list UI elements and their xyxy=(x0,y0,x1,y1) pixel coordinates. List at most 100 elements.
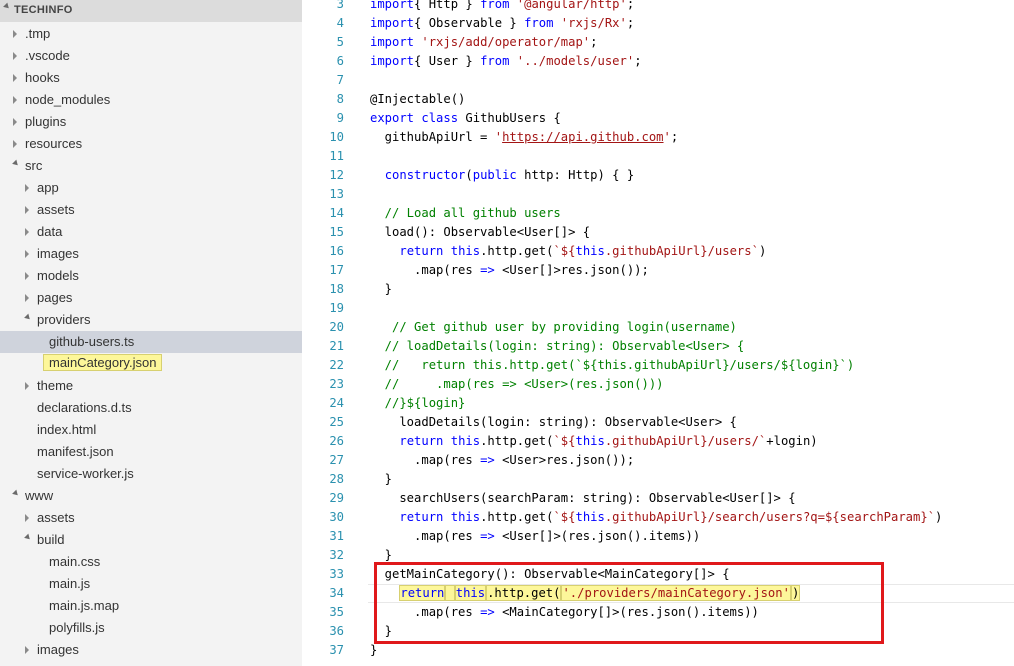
chevron-down-icon[interactable] xyxy=(24,313,32,322)
chevron-right-icon[interactable] xyxy=(13,118,17,126)
line-number: 17 xyxy=(329,263,344,277)
tree-item[interactable]: assets xyxy=(0,507,302,529)
code-line[interactable]: 31 .map(res => <User[]>(res.json().items… xyxy=(302,527,1014,546)
tree-item[interactable]: main.js xyxy=(0,573,302,595)
code-line[interactable]: 25 loadDetails(login: string): Observabl… xyxy=(302,413,1014,432)
code-line[interactable]: 28 } xyxy=(302,470,1014,489)
code-line[interactable]: 13 xyxy=(302,185,1014,204)
code-line[interactable]: 29 searchUsers(searchParam: string): Obs… xyxy=(302,489,1014,508)
chevron-right-icon[interactable] xyxy=(25,250,29,258)
tree-item[interactable]: node_modules xyxy=(0,89,302,111)
code-line[interactable]: 8 @Injectable() xyxy=(302,90,1014,109)
chevron-down-icon xyxy=(3,2,11,11)
code-line[interactable]: 21 // loadDetails(login: string): Observ… xyxy=(302,337,1014,356)
chevron-right-icon[interactable] xyxy=(25,382,29,390)
chevron-right-icon[interactable] xyxy=(25,646,29,654)
tree-item[interactable]: images xyxy=(0,639,302,661)
line-number: 24 xyxy=(329,396,344,410)
code-line[interactable]: 11 xyxy=(302,147,1014,166)
tree-item[interactable]: main.css xyxy=(0,551,302,573)
code-token: // loadDetails(login: string): Observabl… xyxy=(370,339,745,353)
tree-item[interactable]: www xyxy=(0,485,302,507)
code-line[interactable]: 7 xyxy=(302,71,1014,90)
code-token: .githubApiUrl}/users` xyxy=(604,244,759,258)
tree-item[interactable]: theme xyxy=(0,375,302,397)
chevron-down-icon[interactable] xyxy=(12,159,20,168)
code-token: '../models/user' xyxy=(509,54,635,68)
code-line[interactable]: 12 constructor(public http: Http) { } xyxy=(302,166,1014,185)
tree-item[interactable]: manifest.json xyxy=(0,441,302,463)
chevron-right-icon[interactable] xyxy=(25,514,29,522)
tree-item[interactable]: github-users.ts xyxy=(0,331,302,353)
code-line[interactable]: 20 // Get github user by providing login… xyxy=(302,318,1014,337)
chevron-right-icon[interactable] xyxy=(25,228,29,236)
tree-item[interactable]: index.html xyxy=(0,419,302,441)
tree-item[interactable]: images xyxy=(0,243,302,265)
code-line[interactable]: 5 import 'rxjs/add/operator/map'; xyxy=(302,33,1014,52)
code-line[interactable]: 30 return this.http.get(`${this.githubAp… xyxy=(302,508,1014,527)
tree-item[interactable]: src xyxy=(0,155,302,177)
code-line[interactable]: 19 xyxy=(302,299,1014,318)
code-line[interactable]: 26 return this.http.get(`${this.githubAp… xyxy=(302,432,1014,451)
tree-item[interactable]: assets xyxy=(0,199,302,221)
code-line[interactable]: 16 return this.http.get(`${this.githubAp… xyxy=(302,242,1014,261)
chevron-down-icon[interactable] xyxy=(24,533,32,542)
tree-item[interactable]: build xyxy=(0,529,302,551)
tree-item[interactable]: app xyxy=(0,177,302,199)
tree-item[interactable]: main.js.map xyxy=(0,595,302,617)
code-token: // Load all github users xyxy=(370,206,561,220)
line-number: 30 xyxy=(329,510,344,524)
tree-item[interactable]: mainCategory.json xyxy=(0,353,302,375)
line-source: } xyxy=(370,280,392,299)
chevron-right-icon[interactable] xyxy=(25,184,29,192)
tree-item[interactable]: pages xyxy=(0,287,302,309)
code-line[interactable]: 23 // .map(res => <User>(res.json())) xyxy=(302,375,1014,394)
line-source: constructor(public http: Http) { } xyxy=(370,166,635,185)
tree-item[interactable]: declarations.d.ts xyxy=(0,397,302,419)
explorer-section-title: TECHINFO xyxy=(14,4,73,16)
code-token: GithubUsers { xyxy=(458,111,561,125)
tree-item-label: assets xyxy=(37,202,75,217)
code-line[interactable]: 18 } xyxy=(302,280,1014,299)
tree-item[interactable]: providers xyxy=(0,309,302,331)
tree-item[interactable]: resources xyxy=(0,133,302,155)
chevron-right-icon[interactable] xyxy=(13,30,17,38)
tree-item[interactable]: plugins xyxy=(0,111,302,133)
line-number: 34 xyxy=(329,586,344,600)
tree-item[interactable]: hooks xyxy=(0,67,302,89)
chevron-right-icon[interactable] xyxy=(25,272,29,280)
code-token: ; xyxy=(590,35,598,49)
code-line[interactable]: 24 //}${login} xyxy=(302,394,1014,413)
tree-item[interactable]: .vscode xyxy=(0,45,302,67)
tree-item[interactable]: data xyxy=(0,221,302,243)
code-line[interactable]: 17 .map(res => <User[]>res.json()); xyxy=(302,261,1014,280)
chevron-right-icon[interactable] xyxy=(25,206,29,214)
code-line[interactable]: 15 load(): Observable<User[]> { xyxy=(302,223,1014,242)
code-line[interactable]: 10 githubApiUrl = 'https://api.github.co… xyxy=(302,128,1014,147)
tree-item[interactable]: .tmp xyxy=(0,23,302,45)
tree-item[interactable]: models xyxy=(0,265,302,287)
chevron-right-icon[interactable] xyxy=(13,74,17,82)
code-line[interactable]: 22 // return this.http.get(`${this.githu… xyxy=(302,356,1014,375)
code-line[interactable]: 6 import{ User } from '../models/user'; xyxy=(302,52,1014,71)
tree-item-label: app xyxy=(37,180,59,195)
code-line[interactable]: 3 import{ Http } from '@angular/http'; xyxy=(302,0,1014,14)
code-line[interactable]: 27 .map(res => <User>res.json()); xyxy=(302,451,1014,470)
code-token: this xyxy=(450,510,481,524)
chevron-right-icon[interactable] xyxy=(13,140,17,148)
line-number: 29 xyxy=(329,491,344,505)
chevron-right-icon[interactable] xyxy=(25,294,29,302)
chevron-right-icon[interactable] xyxy=(13,52,17,60)
chevron-down-icon[interactable] xyxy=(12,489,20,498)
code-line[interactable]: 9 export class GithubUsers { xyxy=(302,109,1014,128)
code-line[interactable]: 14 // Load all github users xyxy=(302,204,1014,223)
code-line[interactable]: 4 import{ Observable } from 'rxjs/Rx'; xyxy=(302,14,1014,33)
explorer-section-header[interactable]: TECHINFO xyxy=(0,0,302,22)
line-source: load(): Observable<User[]> { xyxy=(370,223,590,242)
tree-item[interactable]: service-worker.js xyxy=(0,463,302,485)
code-token: { User } xyxy=(414,54,481,68)
chevron-right-icon[interactable] xyxy=(13,96,17,104)
tree-item[interactable]: polyfills.js xyxy=(0,617,302,639)
